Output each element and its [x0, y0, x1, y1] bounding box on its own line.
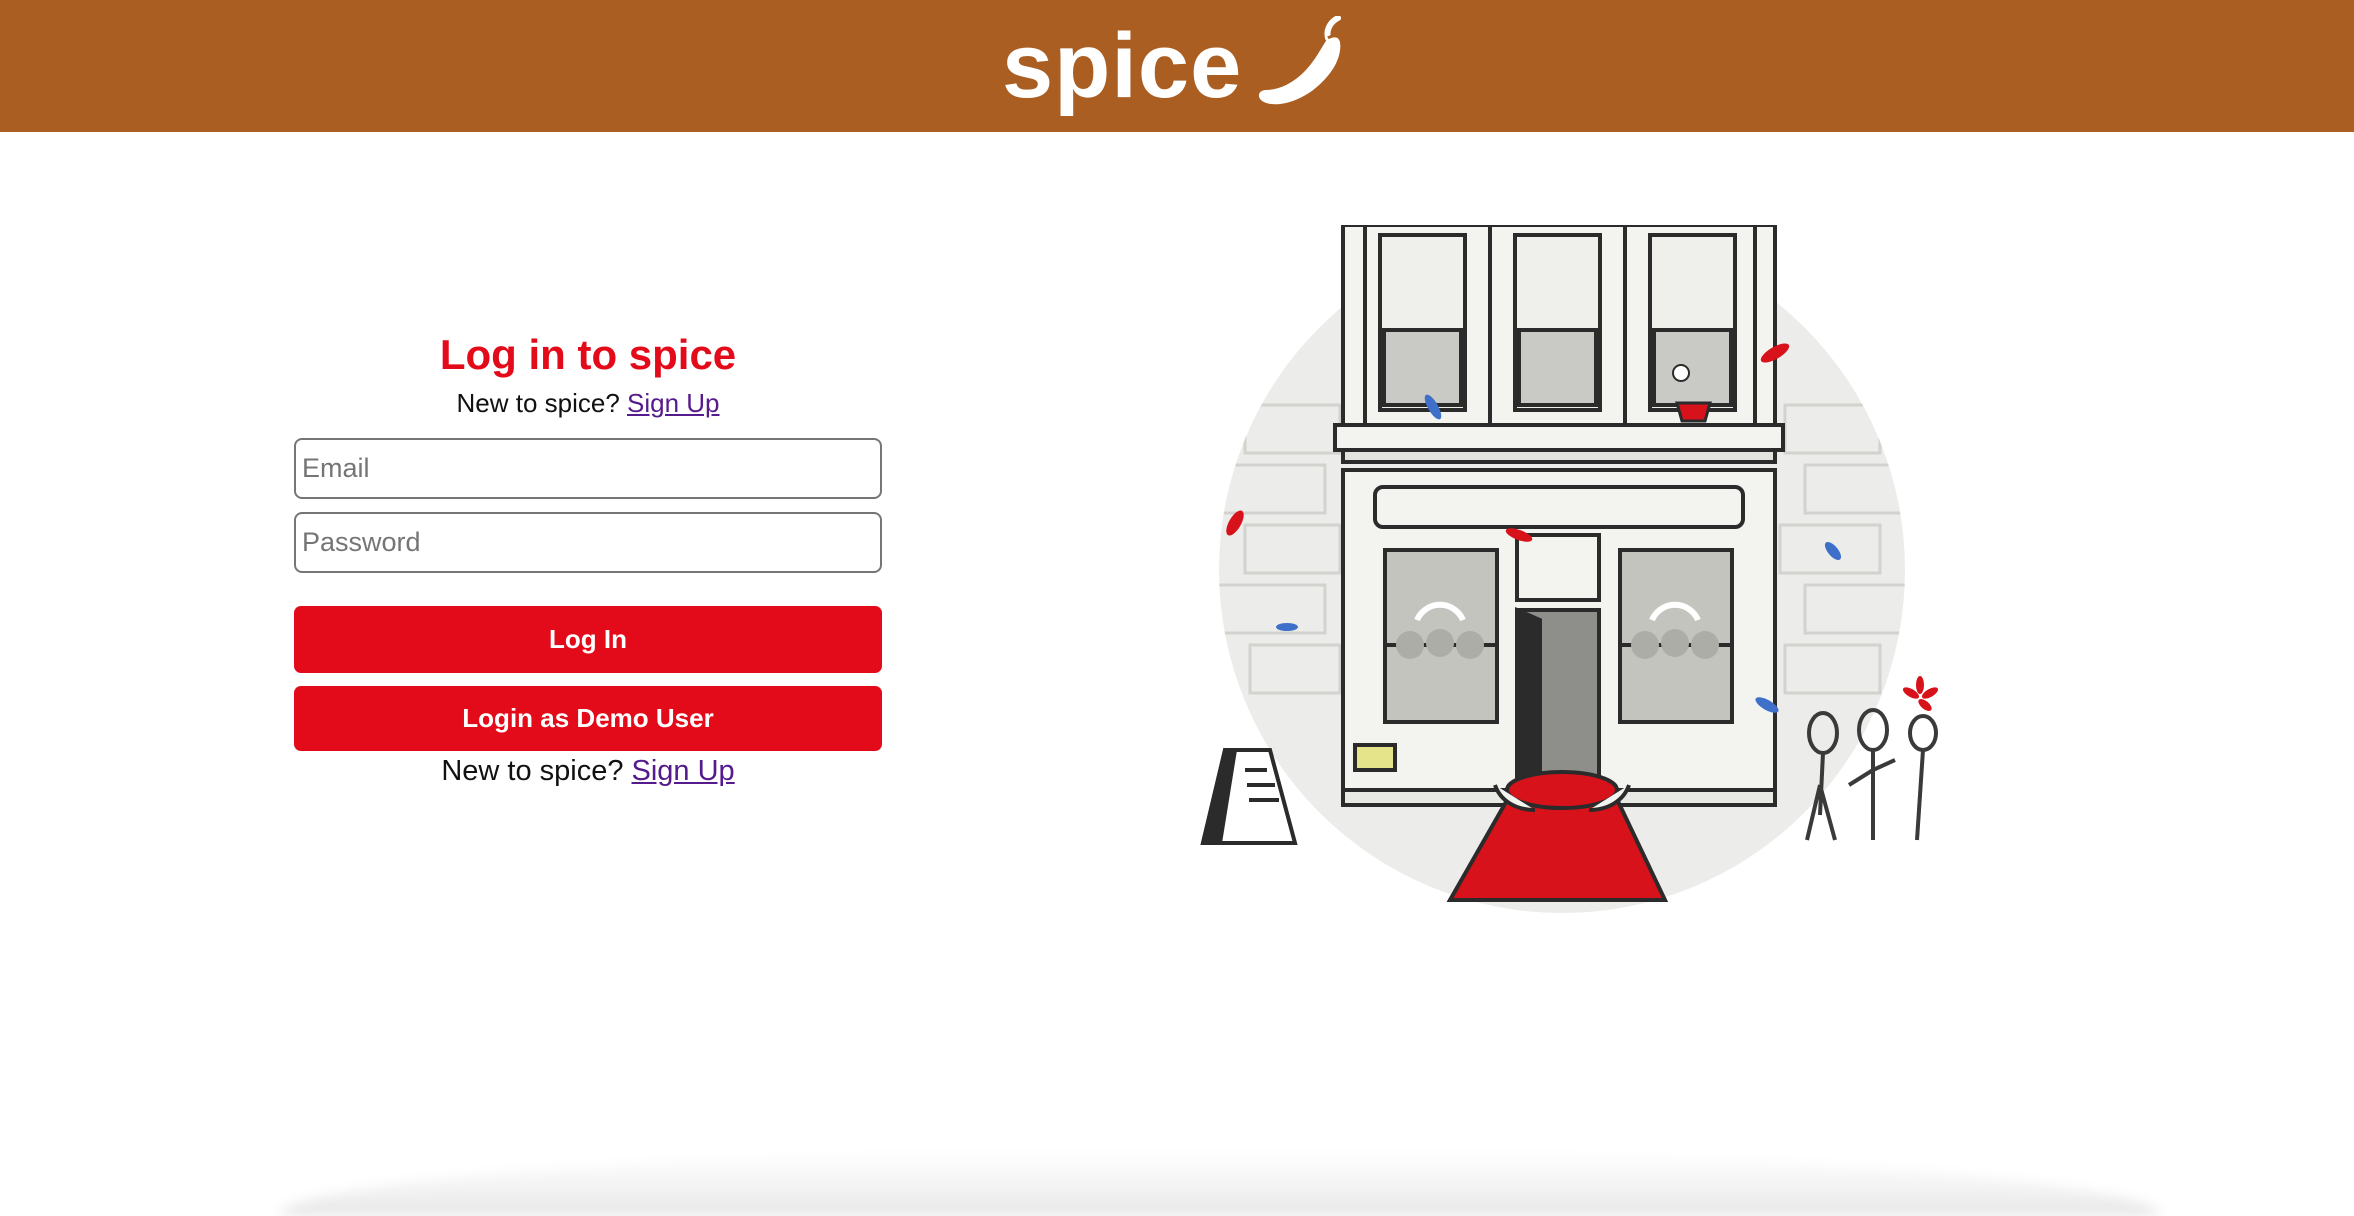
signup-prompt-text: New to spice? — [456, 388, 628, 418]
signup-prompt-text: New to spice? — [441, 755, 632, 787]
login-panel: Log in to spice New to spice? Sign Up Lo… — [294, 325, 882, 791]
email-input[interactable] — [294, 438, 882, 499]
restaurant-storefront-illustration — [1200, 225, 1939, 913]
demo-login-button[interactable]: Login as Demo User — [294, 686, 882, 751]
password-input[interactable] — [294, 512, 882, 573]
bottom-shadow — [280, 1150, 2160, 1216]
login-title: Log in to spice — [439, 331, 737, 378]
signup-link-top[interactable]: Sign Up — [627, 388, 720, 418]
top-header-bar: spice — [0, 0, 2354, 132]
chili-pepper-icon — [1259, 16, 1346, 105]
signup-link-bottom[interactable]: Sign Up — [632, 755, 735, 787]
signup-prompt-top: New to spice? Sign Up — [294, 385, 882, 421]
login-button[interactable]: Log In — [294, 606, 882, 673]
signup-prompt-bottom: New to spice? Sign Up — [294, 751, 882, 791]
brand-logo[interactable]: spice — [1002, 6, 1352, 126]
brand-name: spice — [1002, 15, 1243, 117]
